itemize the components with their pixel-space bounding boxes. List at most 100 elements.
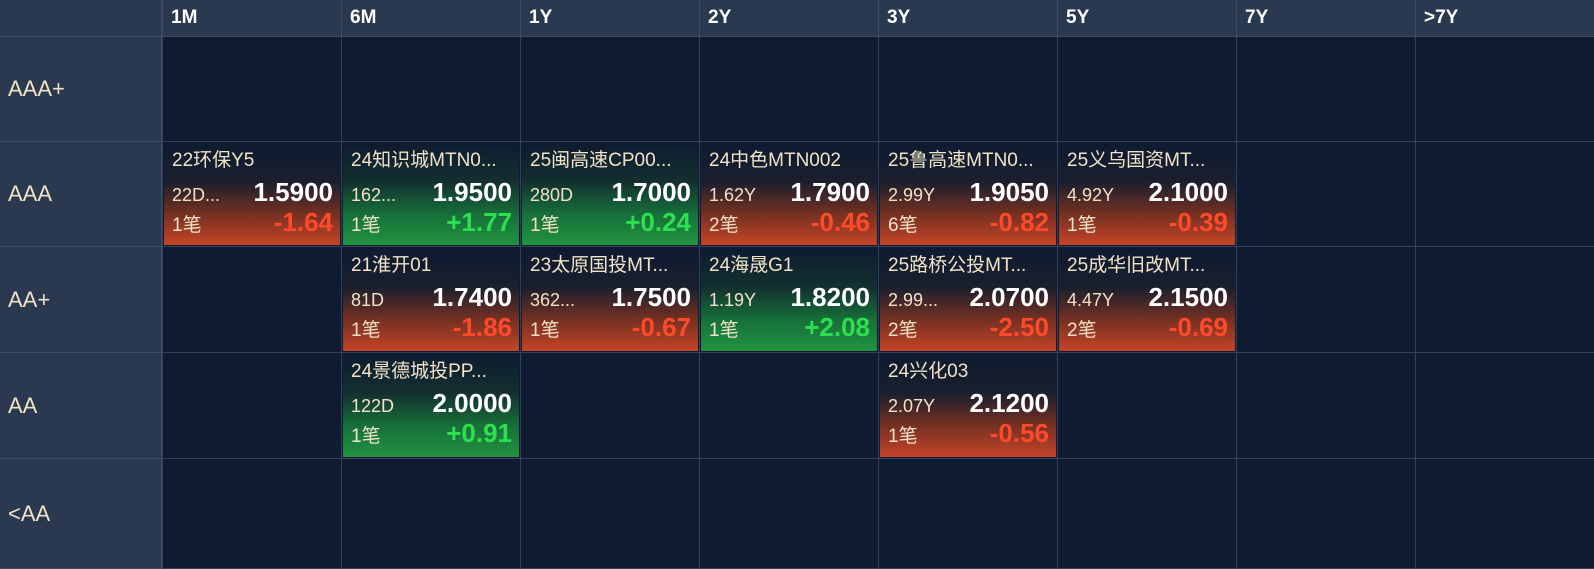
trade-count: 2笔 xyxy=(888,320,918,341)
column-header[interactable]: 2Y xyxy=(699,0,878,37)
yield-change: -0.82 xyxy=(989,207,1049,237)
bond-quote-card[interactable]: 24知识城MTN0... 162... 1.9500 1笔 +1.77 xyxy=(343,143,519,245)
bond-name: 24中色MTN002 xyxy=(709,150,841,171)
bond-name: 24兴化03 xyxy=(888,361,969,382)
matrix-cell xyxy=(1415,37,1594,142)
remaining-term: 280D xyxy=(530,185,574,205)
bond-quote-card[interactable]: 22环保Y5 22D... 1.5900 1笔 -1.64 xyxy=(164,143,340,245)
yield-price: 1.9500 xyxy=(432,177,512,207)
bond-name: 24海晟G1 xyxy=(709,255,794,276)
column-header[interactable]: 1Y xyxy=(520,0,699,37)
matrix-corner xyxy=(0,0,162,37)
bond-quote-card[interactable]: 24兴化03 2.07Y 2.1200 1笔 -0.56 xyxy=(880,354,1056,457)
bond-quote-card[interactable]: 21淮开01 81D 1.7400 1笔 -1.86 xyxy=(343,248,519,351)
trade-count: 2笔 xyxy=(709,215,739,236)
yield-change: +2.08 xyxy=(804,312,870,342)
matrix-cell xyxy=(520,459,699,569)
column-header[interactable]: 7Y xyxy=(1236,0,1415,37)
matrix-cell: 24景德城投PP... 122D 2.0000 1笔 +0.91 xyxy=(341,353,520,459)
bond-quote-card[interactable]: 23太原国投MT... 362... 1.7500 1笔 -0.67 xyxy=(522,248,698,351)
yield-change: -1.64 xyxy=(273,207,333,237)
matrix-cell: 25成华旧改MT... 4.47Y 2.1500 2笔 -0.69 xyxy=(1057,247,1236,353)
matrix-cell: 25闽高速CP00... 280D 1.7000 1笔 +0.24 xyxy=(520,142,699,247)
yield-change: +1.77 xyxy=(446,207,512,237)
remaining-term: 22D... xyxy=(172,185,221,205)
remaining-term: 1.19Y xyxy=(709,290,757,310)
yield-change: -0.56 xyxy=(989,418,1049,448)
quote-line: 162... 1.9500 xyxy=(351,177,512,207)
bond-quote-card[interactable]: 24景德城投PP... 122D 2.0000 1笔 +0.91 xyxy=(343,354,519,457)
trade-count: 1笔 xyxy=(351,320,381,341)
matrix-cell xyxy=(699,37,878,142)
quote-line: 22D... 1.5900 xyxy=(172,177,333,207)
yield-change: -2.50 xyxy=(989,312,1049,342)
yield-price: 1.7000 xyxy=(611,177,691,207)
row-header[interactable]: AAA xyxy=(0,142,162,247)
matrix-cell xyxy=(520,37,699,142)
matrix-cell xyxy=(341,459,520,569)
quote-line: 122D 2.0000 xyxy=(351,388,512,418)
row-header[interactable]: <AA xyxy=(0,459,162,569)
column-header[interactable]: 1M xyxy=(162,0,341,37)
remaining-term: 2.99Y xyxy=(888,185,936,205)
bond-quote-card[interactable]: 24海晟G1 1.19Y 1.8200 1笔 +2.08 xyxy=(701,248,877,351)
change-line: 2笔 -0.46 xyxy=(709,207,870,237)
yield-change: +0.24 xyxy=(625,207,691,237)
change-line: 1笔 -0.56 xyxy=(888,418,1049,448)
yield-price: 2.0000 xyxy=(432,388,512,418)
row-header[interactable]: AA+ xyxy=(0,247,162,353)
bond-quote-card[interactable]: 25成华旧改MT... 4.47Y 2.1500 2笔 -0.69 xyxy=(1059,248,1235,351)
bond-matrix: 1M 6M 1Y 2Y 3Y 5Y 7Y >7Y AAA+ AAA 22环保Y5 22D... 1.59… xyxy=(0,0,1594,569)
bond-name: 25鲁高速MTN0... xyxy=(888,150,1034,171)
column-header[interactable]: >7Y xyxy=(1415,0,1594,37)
yield-price: 1.9050 xyxy=(969,177,1049,207)
yield-change: -1.86 xyxy=(452,312,512,342)
bond-name: 21淮开01 xyxy=(351,255,432,276)
matrix-cell: 22环保Y5 22D... 1.5900 1笔 -1.64 xyxy=(162,142,341,247)
matrix-cell xyxy=(1415,353,1594,459)
matrix-cell xyxy=(162,247,341,353)
bond-name: 25闽高速CP00... xyxy=(530,150,672,171)
bond-quote-card[interactable]: 25鲁高速MTN0... 2.99Y 1.9050 6笔 -0.82 xyxy=(880,143,1056,245)
quote-line: 1.19Y 1.8200 xyxy=(709,282,870,312)
matrix-cell: 24兴化03 2.07Y 2.1200 1笔 -0.56 xyxy=(878,353,1057,459)
change-line: 1笔 -1.86 xyxy=(351,312,512,342)
matrix-cell xyxy=(162,37,341,142)
quote-line: 2.99Y 1.9050 xyxy=(888,177,1049,207)
bond-quote-card[interactable]: 25路桥公投MT... 2.99... 2.0700 2笔 -2.50 xyxy=(880,248,1056,351)
matrix-cell xyxy=(162,459,341,569)
change-line: 1笔 +0.24 xyxy=(530,207,691,237)
matrix-cell xyxy=(520,353,699,459)
matrix-cell xyxy=(699,353,878,459)
remaining-term: 162... xyxy=(351,185,397,205)
quote-line: 362... 1.7500 xyxy=(530,282,691,312)
yield-change: +0.91 xyxy=(446,418,512,448)
quote-line: 2.07Y 2.1200 xyxy=(888,388,1049,418)
change-line: 2笔 -2.50 xyxy=(888,312,1049,342)
bond-quote-card[interactable]: 24中色MTN002 1.62Y 1.7900 2笔 -0.46 xyxy=(701,143,877,245)
trade-count: 1笔 xyxy=(888,426,918,447)
bond-name: 23太原国投MT... xyxy=(530,255,669,276)
bond-quote-card[interactable]: 25义乌国资MT... 4.92Y 2.1000 1笔 -0.39 xyxy=(1059,143,1235,245)
row-header[interactable]: AAA+ xyxy=(0,37,162,142)
column-header[interactable]: 3Y xyxy=(878,0,1057,37)
matrix-cell xyxy=(1236,142,1415,247)
column-header[interactable]: 6M xyxy=(341,0,520,37)
trade-count: 1笔 xyxy=(1067,215,1097,236)
bond-name: 24景德城投PP... xyxy=(351,361,487,382)
remaining-term: 2.99... xyxy=(888,290,939,310)
yield-change: -0.67 xyxy=(631,312,691,342)
quote-line: 4.92Y 2.1000 xyxy=(1067,177,1228,207)
matrix-cell: 25鲁高速MTN0... 2.99Y 1.9050 6笔 -0.82 xyxy=(878,142,1057,247)
matrix-cell xyxy=(699,459,878,569)
change-line: 1笔 +2.08 xyxy=(709,312,870,342)
matrix-cell xyxy=(1415,247,1594,353)
column-header[interactable]: 5Y xyxy=(1057,0,1236,37)
row-header[interactable]: AA xyxy=(0,353,162,459)
quote-line: 1.62Y 1.7900 xyxy=(709,177,870,207)
matrix-cell xyxy=(878,459,1057,569)
trade-count: 1笔 xyxy=(530,320,560,341)
bond-quote-card[interactable]: 25闽高速CP00... 280D 1.7000 1笔 +0.24 xyxy=(522,143,698,245)
bond-name: 25成华旧改MT... xyxy=(1067,255,1206,276)
trade-count: 1笔 xyxy=(530,215,560,236)
